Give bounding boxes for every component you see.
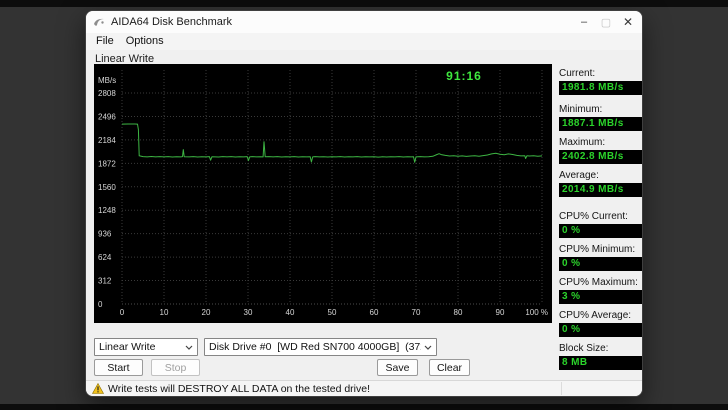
stat-cpu-current: CPU% Current: 0 % bbox=[559, 211, 642, 238]
benchmark-line bbox=[121, 123, 543, 163]
stat-value: 1887.1 MB/s bbox=[559, 117, 642, 131]
stat-label: CPU% Average: bbox=[559, 310, 632, 321]
svg-text:70: 70 bbox=[412, 308, 421, 317]
svg-text:936: 936 bbox=[98, 230, 112, 239]
stat-current: Current: 1981.8 MB/s bbox=[559, 68, 642, 95]
maximize-button[interactable]: ▢ bbox=[595, 11, 617, 33]
menubar: File Options bbox=[86, 33, 642, 50]
chart-canvas: 91:16 MB/s 0 312 624 936 1248 1560 1872 2184 2496… bbox=[94, 64, 552, 323]
app-icon bbox=[94, 18, 104, 26]
svg-text:2496: 2496 bbox=[98, 112, 116, 121]
drive-select-value: Disk Drive #0 [WD Red SN700 4000GB] (372… bbox=[209, 341, 421, 353]
statusbar: Write tests will DESTROY ALL DATA on the… bbox=[86, 380, 642, 396]
stat-value: 0 % bbox=[559, 257, 642, 271]
window-title: AIDA64 Disk Benchmark bbox=[111, 16, 233, 28]
svg-text:90: 90 bbox=[496, 308, 505, 317]
test-type-select[interactable]: Linear Write bbox=[94, 338, 198, 356]
clear-button[interactable]: Clear bbox=[429, 359, 470, 376]
stat-label: Average: bbox=[559, 170, 599, 181]
chart-plot: MB/s 0 312 624 936 1248 1560 1872 2184 2496 2808 0 1… bbox=[98, 70, 548, 317]
svg-text:1560: 1560 bbox=[98, 183, 116, 192]
stat-block-size: Block Size: 8 MB bbox=[559, 343, 642, 370]
stat-value: 2014.9 MB/s bbox=[559, 183, 642, 197]
svg-text:50: 50 bbox=[328, 308, 337, 317]
chevron-down-icon bbox=[185, 345, 193, 350]
stop-button[interactable]: Stop bbox=[151, 359, 200, 376]
status-divider bbox=[561, 382, 562, 395]
stat-value: 8 MB bbox=[559, 356, 642, 370]
y-axis-labels: MB/s 0 312 624 936 1248 1560 1872 2184 2496 2808 bbox=[98, 76, 116, 309]
menu-item-file[interactable]: File bbox=[90, 33, 120, 50]
menu-item-options[interactable]: Options bbox=[120, 33, 170, 50]
stat-cpu-maximum: CPU% Maximum: 3 % bbox=[559, 277, 642, 304]
aida64-disk-benchmark-window: AIDA64 Disk Benchmark – ▢ ✕ File Options … bbox=[85, 10, 643, 397]
screen-top-strip bbox=[0, 0, 728, 7]
stat-value: 0 % bbox=[559, 323, 642, 337]
svg-text:80: 80 bbox=[454, 308, 463, 317]
svg-text:40: 40 bbox=[286, 308, 295, 317]
svg-text:60: 60 bbox=[370, 308, 379, 317]
svg-text:2184: 2184 bbox=[98, 136, 116, 145]
stat-label: CPU% Maximum: bbox=[559, 277, 638, 288]
stat-minimum: Minimum: 1887.1 MB/s bbox=[559, 104, 642, 131]
start-button[interactable]: Start bbox=[94, 359, 143, 376]
stat-cpu-minimum: CPU% Minimum: 0 % bbox=[559, 244, 642, 271]
chart-grid bbox=[121, 70, 543, 305]
stat-label: Maximum: bbox=[559, 137, 606, 148]
drive-select[interactable]: Disk Drive #0 [WD Red SN700 4000GB] (372… bbox=[204, 338, 437, 356]
minimize-button[interactable]: – bbox=[573, 11, 595, 33]
test-type-value: Linear Write bbox=[99, 341, 156, 353]
svg-text:624: 624 bbox=[98, 253, 112, 262]
stats-panel: Current: 1981.8 MB/s Minimum: 1887.1 MB/s Ma… bbox=[559, 68, 642, 370]
warning-icon bbox=[92, 383, 104, 394]
stat-label: Current: bbox=[559, 68, 596, 79]
stat-value: 2402.8 MB/s bbox=[559, 150, 642, 164]
svg-text:10: 10 bbox=[160, 308, 169, 317]
svg-text:312: 312 bbox=[98, 277, 112, 286]
save-button[interactable]: Save bbox=[377, 359, 418, 376]
stat-label: Block Size: bbox=[559, 343, 609, 354]
svg-text:100 %: 100 % bbox=[525, 308, 548, 317]
y-axis-unit: MB/s bbox=[98, 76, 116, 85]
stat-value: 3 % bbox=[559, 290, 642, 304]
stat-label: CPU% Minimum: bbox=[559, 244, 636, 255]
screen-bottom-strip bbox=[0, 404, 728, 410]
x-axis-labels: 0 10 20 30 40 50 60 70 80 90 100 % bbox=[120, 308, 548, 317]
stat-cpu-average: CPU% Average: 0 % bbox=[559, 310, 642, 337]
titlebar-controls: – ▢ ✕ bbox=[573, 11, 639, 33]
svg-text:20: 20 bbox=[202, 308, 211, 317]
svg-text:0: 0 bbox=[98, 300, 103, 309]
chevron-down-icon bbox=[424, 345, 432, 350]
close-button[interactable]: ✕ bbox=[617, 11, 639, 33]
svg-text:1248: 1248 bbox=[98, 206, 116, 215]
svg-text:30: 30 bbox=[244, 308, 253, 317]
stat-value: 0 % bbox=[559, 224, 642, 238]
elapsed-time: 91:16 bbox=[446, 69, 482, 83]
svg-text:1872: 1872 bbox=[98, 159, 116, 168]
stat-value: 1981.8 MB/s bbox=[559, 81, 642, 95]
titlebar: AIDA64 Disk Benchmark – ▢ ✕ bbox=[86, 11, 642, 33]
stat-label: Minimum: bbox=[559, 104, 603, 115]
stat-maximum: Maximum: 2402.8 MB/s bbox=[559, 137, 642, 164]
stat-label: CPU% Current: bbox=[559, 211, 628, 222]
svg-text:2808: 2808 bbox=[98, 89, 116, 98]
stat-average: Average: 2014.9 MB/s bbox=[559, 170, 642, 197]
warning-text: Write tests will DESTROY ALL DATA on the… bbox=[108, 382, 371, 395]
svg-text:0: 0 bbox=[120, 308, 125, 317]
